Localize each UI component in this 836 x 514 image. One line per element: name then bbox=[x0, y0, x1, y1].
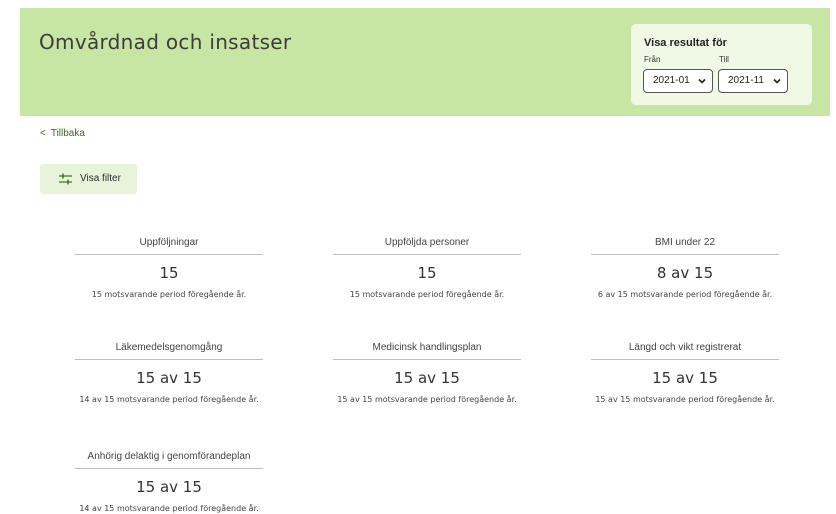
stat-card-title: Läkemedelsgenomgång bbox=[115, 342, 223, 353]
stat-card-title: BMI under 22 bbox=[654, 237, 716, 248]
stat-card-comparison: 15 motsvarande period föregående år. bbox=[349, 290, 505, 299]
stat-card-comparison: 15 av 15 motsvarande period föregående å… bbox=[337, 395, 517, 404]
from-select[interactable]: 2021-01 bbox=[643, 69, 713, 93]
back-link-label: Tillbaka bbox=[50, 128, 85, 139]
stat-card-bmi: BMI under 22 8 av 15 6 av 15 motsvarande… bbox=[565, 237, 805, 299]
divider bbox=[591, 254, 779, 255]
stat-card-comparison: 15 motsvarande period föregående år. bbox=[91, 290, 247, 299]
stat-card-comparison: 14 av 15 motsvarande period föregående å… bbox=[79, 395, 259, 404]
chevron-left-icon: < bbox=[40, 128, 46, 139]
to-select[interactable]: 2021-11 bbox=[718, 69, 788, 93]
stat-card-title: Medicinsk handlingsplan bbox=[372, 342, 482, 353]
stat-card-value: 15 bbox=[159, 264, 179, 282]
divider bbox=[591, 359, 779, 360]
stat-card-lakemedelsgenomgang: Läkemedelsgenomgång 15 av 15 14 av 15 mo… bbox=[49, 342, 289, 404]
back-link[interactable]: < Tillbaka bbox=[40, 128, 85, 139]
stat-card-comparison: 15 av 15 motsvarande period föregående å… bbox=[595, 395, 775, 404]
to-select-value: 2021-11 bbox=[728, 75, 764, 86]
period-selector: Visa resultat för Från Till 2021-01 2021… bbox=[631, 24, 812, 105]
stat-card-value: 15 bbox=[417, 264, 437, 282]
show-filter-button[interactable]: Visa filter bbox=[40, 164, 137, 194]
stat-card-title: Anhörig delaktig i genomförandeplan bbox=[87, 451, 251, 462]
period-title: Visa resultat för bbox=[644, 37, 727, 49]
stat-card-title: Uppföljningar bbox=[139, 237, 199, 248]
stat-card-medicinsk-handlingsplan: Medicinsk handlingsplan 15 av 15 15 av 1… bbox=[307, 342, 547, 404]
divider bbox=[75, 468, 263, 469]
to-label: Till bbox=[719, 55, 729, 64]
stat-card-uppfoljda-personer: Uppföljda personer 15 15 motsvarande per… bbox=[307, 237, 547, 299]
from-label: Från bbox=[644, 55, 661, 64]
divider bbox=[333, 254, 521, 255]
header-banner: Omvårdnad och insatser Visa resultat för… bbox=[20, 8, 830, 116]
page-title: Omvårdnad och insatser bbox=[39, 30, 292, 54]
from-select-value: 2021-01 bbox=[653, 75, 690, 86]
stat-card-value: 15 av 15 bbox=[136, 369, 202, 387]
stat-card-value: 15 av 15 bbox=[394, 369, 460, 387]
chevron-down-icon bbox=[773, 78, 781, 84]
sliders-icon bbox=[59, 173, 72, 185]
stat-card-value: 15 av 15 bbox=[652, 369, 718, 387]
stat-card-value: 8 av 15 bbox=[656, 264, 714, 282]
stat-card-uppfoljningar: Uppföljningar 15 15 motsvarande period f… bbox=[49, 237, 289, 299]
divider bbox=[75, 359, 263, 360]
stat-card-title: Längd och vikt registrerat bbox=[628, 342, 742, 353]
stat-card-langd-vikt: Längd och vikt registrerat 15 av 15 15 a… bbox=[565, 342, 805, 404]
divider bbox=[75, 254, 263, 255]
stat-card-value: 15 av 15 bbox=[136, 478, 202, 496]
stat-card-comparison: 14 av 15 motsvarande period föregående å… bbox=[79, 504, 259, 513]
stat-card-anhorig-delaktig: Anhörig delaktig i genomförandeplan 15 a… bbox=[49, 451, 289, 513]
stat-card-comparison: 6 av 15 motsvarande period föregående år… bbox=[597, 290, 773, 299]
stat-card-title: Uppföljda personer bbox=[384, 237, 470, 248]
chevron-down-icon bbox=[698, 78, 706, 84]
show-filter-label: Visa filter bbox=[80, 173, 121, 184]
divider bbox=[333, 359, 521, 360]
